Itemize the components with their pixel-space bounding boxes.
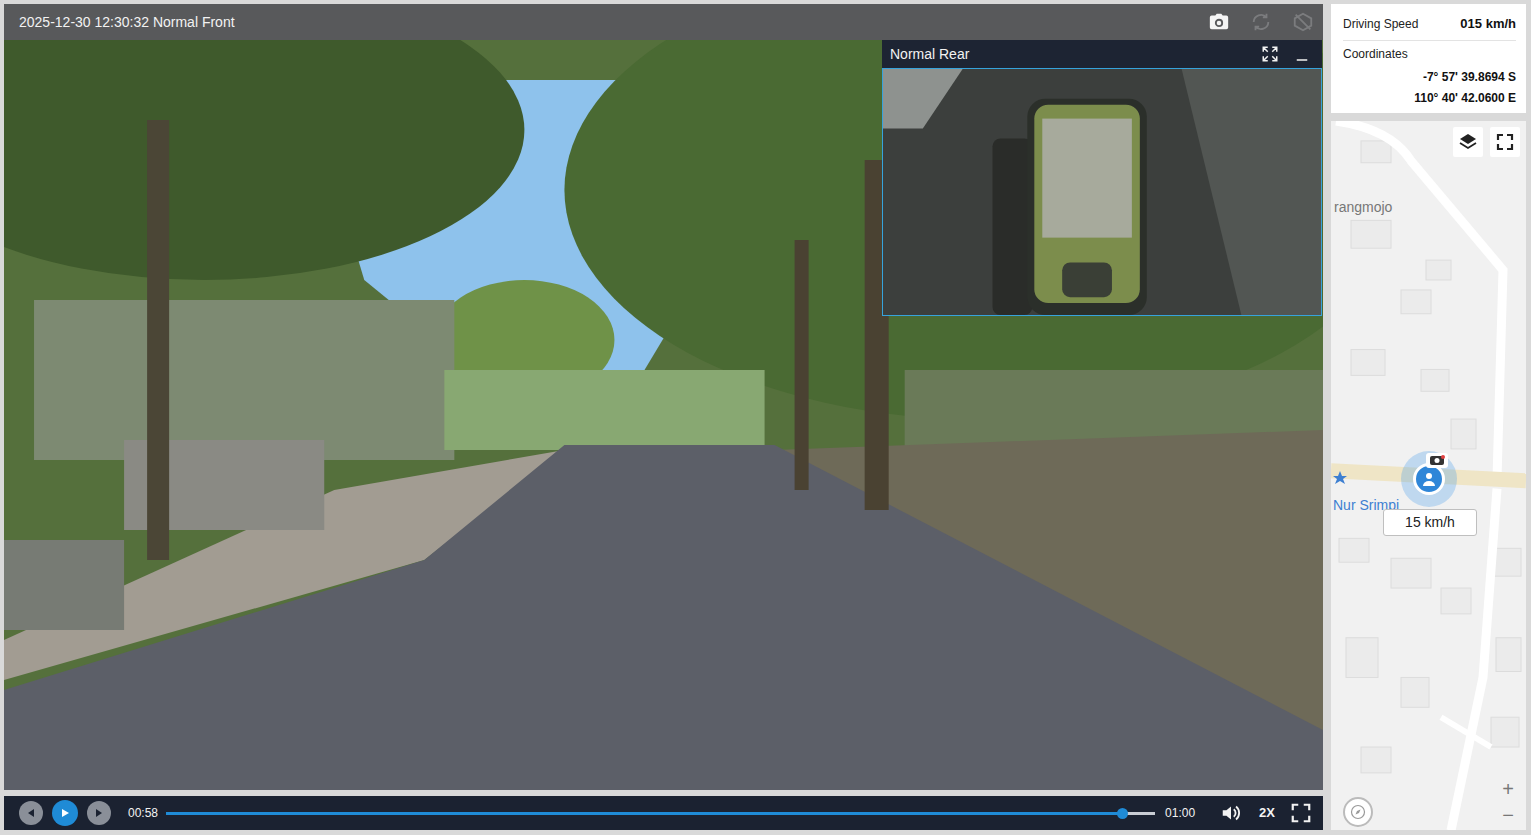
info-column: Driving Speed 015 km/h Coordinates -7° 5… — [1331, 4, 1526, 830]
map-place-label: rangmojo — [1334, 197, 1392, 218]
volume-icon — [1220, 802, 1242, 824]
rotate-icon — [1250, 11, 1272, 33]
fullscreen-button[interactable] — [1289, 801, 1313, 825]
video-title-bar: 2025-12-30 12:30:32 Normal Front — [4, 4, 1323, 40]
route-map[interactable]: rangmojo Nur Srimpi 15 km/h + − — [1331, 121, 1526, 831]
progress-thumb[interactable] — [1117, 808, 1128, 819]
title-tools — [1207, 10, 1315, 34]
rear-video-window[interactable]: Normal Rear — [882, 40, 1322, 316]
video-title: 2025-12-30 12:30:32 Normal Front — [19, 12, 235, 33]
previous-icon — [26, 808, 36, 818]
compass-button[interactable] — [1343, 797, 1373, 827]
snapshot-button[interactable] — [1207, 10, 1231, 34]
dashcam-icon — [1429, 455, 1445, 466]
zoom-in-button[interactable]: + — [1495, 777, 1521, 801]
rear-video-title-bar: Normal Rear — [882, 40, 1322, 68]
marker-speed-label: 15 km/h — [1383, 509, 1477, 536]
expand-button[interactable] — [1260, 44, 1280, 64]
privacy-icon — [1292, 11, 1314, 33]
rotate-button[interactable] — [1249, 10, 1273, 34]
viewer-app: 2025-12-30 12:30:32 Normal Front — [0, 0, 1531, 835]
progress-fill — [166, 812, 1122, 815]
playback-controls: 00:58 01:00 2X — [4, 796, 1323, 830]
play-icon — [60, 808, 70, 818]
speed-value: 015 km/h — [1460, 14, 1516, 34]
volume-button[interactable] — [1219, 801, 1243, 825]
fullscreen-icon — [1290, 802, 1312, 824]
progress-track[interactable] — [166, 812, 1155, 815]
camera-icon — [1208, 11, 1230, 33]
duration-time: 01:00 — [1165, 804, 1195, 822]
coordinates-label: Coordinates — [1343, 45, 1516, 63]
rear-video-frame — [882, 68, 1322, 316]
layers-button[interactable] — [1453, 127, 1483, 157]
next-icon — [94, 808, 104, 818]
player-column: 2025-12-30 12:30:32 Normal Front — [4, 4, 1323, 830]
map-fullscreen-button[interactable] — [1490, 127, 1520, 157]
speed-row: Driving Speed 015 km/h — [1343, 14, 1516, 34]
latitude-value: -7° 57' 39.8694 S — [1343, 67, 1516, 88]
front-video[interactable]: Normal Rear — [4, 40, 1323, 790]
rear-video-picture — [883, 69, 1321, 315]
play-button[interactable] — [52, 800, 78, 826]
rear-window-tools — [1260, 44, 1312, 64]
expand-icon — [1261, 45, 1279, 63]
next-button[interactable] — [87, 801, 111, 825]
previous-button[interactable] — [19, 801, 43, 825]
longitude-value: 110° 40' 42.0600 E — [1343, 88, 1516, 109]
fullscreen-icon — [1495, 132, 1515, 152]
compass-icon — [1350, 804, 1366, 820]
minimize-button[interactable] — [1292, 44, 1312, 64]
star-icon — [1332, 470, 1348, 486]
privacy-button[interactable] — [1291, 10, 1315, 34]
speed-label: Driving Speed — [1343, 15, 1418, 33]
person-icon — [1421, 471, 1437, 487]
minimize-icon — [1293, 45, 1311, 63]
elapsed-time: 00:58 — [128, 804, 158, 822]
rear-video-title: Normal Rear — [890, 44, 969, 65]
info-divider — [1343, 40, 1516, 41]
layers-icon — [1458, 132, 1478, 152]
trip-info-panel: Driving Speed 015 km/h Coordinates -7° 5… — [1331, 4, 1526, 113]
playback-speed[interactable]: 2X — [1259, 803, 1275, 823]
zoom-out-button[interactable]: − — [1495, 803, 1521, 827]
dashcam-badge — [1426, 453, 1448, 468]
